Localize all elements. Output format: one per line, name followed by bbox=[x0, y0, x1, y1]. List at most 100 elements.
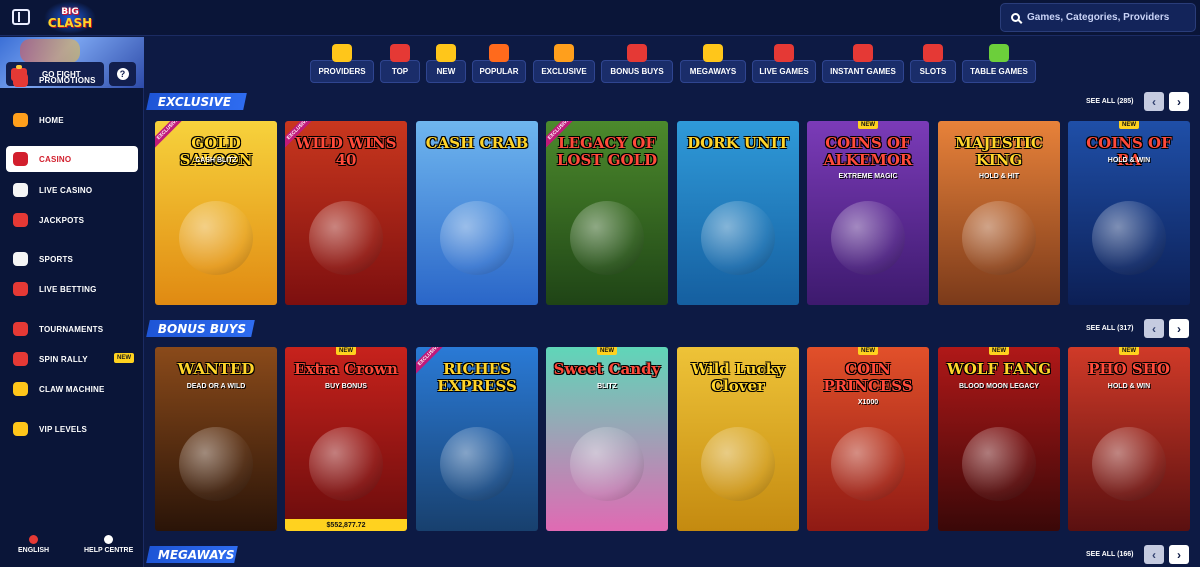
see-all-link[interactable]: SEE ALL (317) bbox=[1086, 325, 1133, 332]
game-title: WANTED bbox=[177, 360, 255, 378]
search-input[interactable] bbox=[1027, 12, 1187, 23]
game-tile[interactable]: Sweet Candy BLITZ NEW bbox=[546, 347, 668, 531]
claw-icon bbox=[12, 381, 29, 398]
game-artwork bbox=[309, 427, 383, 501]
game-tile[interactable]: Extra Crown BUY BONUS NEW $552,877.72 bbox=[285, 347, 407, 531]
game-tile[interactable]: WANTED DEAD OR A WILD bbox=[155, 347, 277, 531]
soccer-ball-icon bbox=[12, 251, 29, 268]
sidebar-item-live-betting[interactable]: LIVE BETTING bbox=[6, 276, 138, 302]
search-box[interactable] bbox=[1000, 3, 1196, 32]
section-title-text: MEGAWAYS bbox=[158, 547, 235, 562]
game-title: CASH CRAB bbox=[425, 134, 529, 152]
category-table-games[interactable]: TABLE GAMES bbox=[962, 44, 1036, 84]
game-tile[interactable]: COIN PRINCESS X1000 NEW bbox=[807, 347, 929, 531]
category-button-label: SLOTS bbox=[910, 60, 956, 83]
category-top[interactable]: TOP bbox=[380, 44, 420, 84]
category-exclusive[interactable]: EXCLUSIVE bbox=[533, 44, 595, 84]
category-slots[interactable]: SLOTS bbox=[910, 44, 956, 84]
category-button-label: EXCLUSIVE bbox=[533, 60, 595, 83]
next-arrow-icon[interactable]: › bbox=[1169, 319, 1189, 338]
game-subtitle: X1000 bbox=[857, 399, 879, 406]
game-artwork bbox=[309, 201, 383, 275]
new-badge: NEW bbox=[597, 347, 617, 355]
sidebar-item-tournaments[interactable]: TOURNAMENTS bbox=[6, 316, 138, 342]
new-badge: NEW bbox=[989, 347, 1009, 355]
game-title: PHO SHO bbox=[1088, 360, 1170, 378]
new-badge: NEW bbox=[1119, 347, 1139, 355]
category-button-label: NEW bbox=[426, 60, 466, 83]
search-icon bbox=[1011, 13, 1020, 22]
previous-arrow-icon[interactable]: ‹ bbox=[1144, 545, 1164, 564]
game-tile[interactable]: WOLF FANG BLOOD MOON LEGACY NEW bbox=[938, 347, 1060, 531]
big-clash-logo[interactable]: BIG CLASH bbox=[44, 1, 96, 34]
previous-arrow-icon[interactable]: ‹ bbox=[1144, 92, 1164, 111]
new-badge: NEW bbox=[858, 347, 878, 355]
game-artwork bbox=[701, 201, 775, 275]
category-megaways[interactable]: MEGAWAYS bbox=[680, 44, 746, 84]
game-tile[interactable]: MAJESTIC KING HOLD & HIT bbox=[938, 121, 1060, 305]
game-subtitle: DEAD OR A WILD bbox=[186, 383, 246, 390]
game-title: Sweet Candy bbox=[553, 360, 661, 378]
see-all-link[interactable]: SEE ALL (166) bbox=[1086, 551, 1133, 558]
category-providers[interactable]: PROVIDERS bbox=[310, 44, 374, 84]
sidebar-item-live-casino[interactable]: LIVE CASINO bbox=[6, 177, 138, 203]
sidebar-item-home[interactable]: HOME bbox=[6, 107, 138, 133]
game-tile[interactable]: Wild Lucky Clover bbox=[677, 347, 799, 531]
next-arrow-icon[interactable]: › bbox=[1169, 92, 1189, 111]
game-tile[interactable]: GOLD SALOON CASH BLITZ EXCLUSIVE bbox=[155, 121, 277, 305]
game-tile[interactable]: PHO SHO HOLD & WIN NEW bbox=[1068, 347, 1190, 531]
sidebar-item-label: CASINO bbox=[39, 154, 72, 164]
sidebar-item-jackpots[interactable]: JACKPOTS bbox=[6, 207, 138, 233]
category-instant-games[interactable]: INSTANT GAMES bbox=[822, 44, 904, 84]
section-title-exclusive: EXCLUSIVE bbox=[146, 93, 247, 110]
help-centre-link[interactable]: HELP CENTRE bbox=[84, 535, 133, 554]
category-button-label: LIVE GAMES bbox=[752, 60, 816, 83]
sidebar-item-spin-rally[interactable]: SPIN RALLY NEW bbox=[6, 346, 138, 372]
game-tile[interactable]: COINS OF ALKEMOR EXTREME MAGIC NEW bbox=[807, 121, 929, 305]
category-new[interactable]: NEW bbox=[426, 44, 466, 84]
next-arrow-icon[interactable]: › bbox=[1169, 545, 1189, 564]
fire-icon bbox=[489, 44, 509, 62]
category-live-games[interactable]: LIVE GAMES bbox=[752, 44, 816, 84]
cards-icon bbox=[989, 44, 1009, 62]
game-tile[interactable]: CASH CRAB bbox=[416, 121, 538, 305]
category-button-label: TABLE GAMES bbox=[962, 60, 1036, 83]
category-button-label: TOP bbox=[380, 60, 420, 83]
game-title: LEGACY OF LOST GOLD bbox=[556, 134, 658, 169]
game-title: WOLF FANG bbox=[946, 360, 1052, 378]
game-tile[interactable]: DORK UNIT bbox=[677, 121, 799, 305]
sidebar-item-promotions[interactable]: PROMOTIONS bbox=[6, 67, 138, 93]
crown-icon bbox=[390, 44, 410, 62]
megaphone-icon bbox=[12, 72, 29, 89]
game-subtitle: EXTREME MAGIC bbox=[838, 173, 898, 180]
game-title: COINS OF ALKEMOR bbox=[823, 134, 913, 169]
sidebar-item-vip-levels[interactable]: VIP LEVELS bbox=[6, 416, 138, 442]
game-tile[interactable]: COINS OF RA HOLD & WIN NEW bbox=[1068, 121, 1190, 305]
roulette-icon bbox=[12, 151, 29, 168]
flag-icon bbox=[29, 535, 39, 544]
previous-arrow-icon[interactable]: ‹ bbox=[1144, 319, 1164, 338]
sidebar-toggle-icon[interactable] bbox=[12, 9, 30, 25]
sidebar: GO FIGHT ? PROMOTIONS HOME CASINO LIVE CASI… bbox=[0, 37, 144, 567]
game-tile[interactable]: RICHES EXPRESS EXCLUSIVE bbox=[416, 347, 538, 531]
new-badge: NEW bbox=[114, 353, 134, 363]
category-button-label: PROVIDERS bbox=[310, 60, 374, 83]
diamond-icon bbox=[554, 44, 574, 62]
sidebar-item-casino[interactable]: CASINO bbox=[6, 146, 138, 172]
game-artwork bbox=[179, 427, 253, 501]
coin-icon bbox=[12, 421, 29, 438]
sidebar-item-label: TOURNAMENTS bbox=[39, 324, 104, 334]
sidebar-item-sports[interactable]: SPORTS bbox=[6, 246, 138, 272]
game-artwork bbox=[179, 201, 253, 275]
game-subtitle: HOLD & WIN bbox=[1107, 157, 1151, 164]
see-all-link[interactable]: SEE ALL (285) bbox=[1086, 98, 1133, 105]
sidebar-item-claw-machine[interactable]: CLAW MACHINE bbox=[6, 376, 138, 402]
language-selector[interactable]: ENGLISH bbox=[18, 535, 49, 554]
category-popular[interactable]: POPULAR bbox=[472, 44, 526, 84]
category-bonus-buys[interactable]: BONUS BUYS bbox=[601, 44, 673, 84]
game-artwork bbox=[1092, 201, 1166, 275]
game-tile[interactable]: WILD WINS 40 EXCLUSIVE bbox=[285, 121, 407, 305]
game-tile[interactable]: LEGACY OF LOST GOLD EXCLUSIVE bbox=[546, 121, 668, 305]
new-badge: NEW bbox=[858, 121, 878, 129]
game-subtitle: HOLD & HIT bbox=[978, 173, 1020, 180]
